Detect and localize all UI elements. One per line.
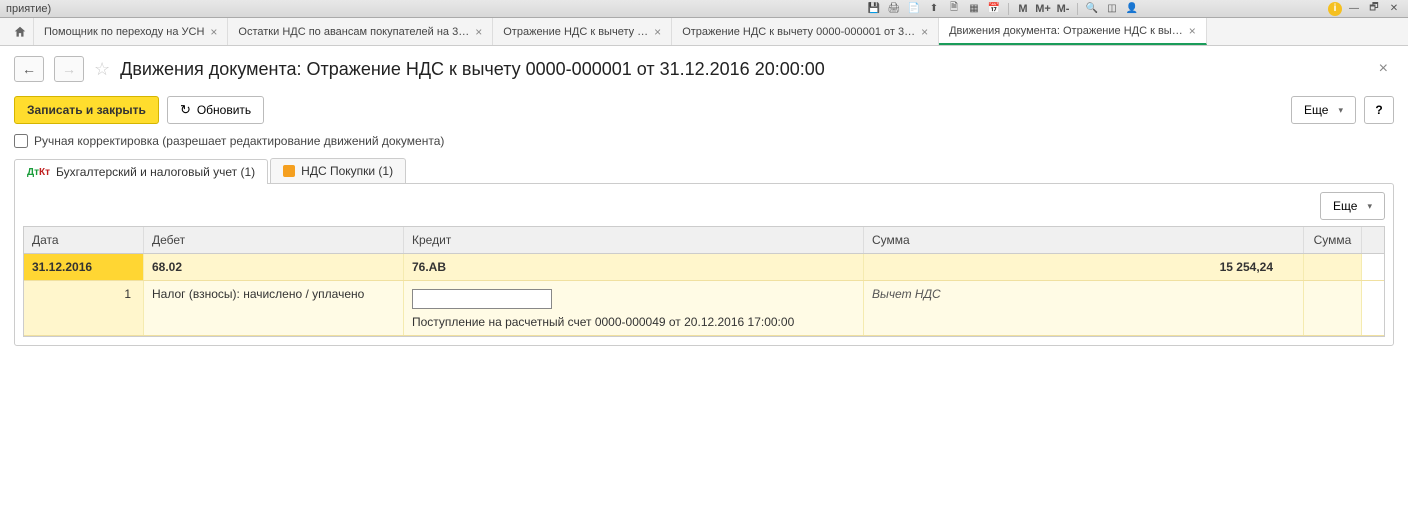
cell-date: 31.12.2016 xyxy=(24,254,144,280)
cell-credit-wrap: Поступление на расчетный счет 0000-00004… xyxy=(404,281,864,335)
cell-credit: 76.АВ xyxy=(404,254,864,280)
dt-kt-icon: ДтКт xyxy=(27,167,50,178)
page-close-icon[interactable]: × xyxy=(1373,58,1394,80)
accounting-grid: Дата Дебет Кредит Сумма Сумма 31.12.2016… xyxy=(23,226,1385,337)
nav-back-button[interactable]: ← xyxy=(14,56,44,82)
refresh-button[interactable]: ↻ Обновить xyxy=(167,96,264,124)
main-toolbar: Записать и закрыть ↻ Обновить Еще ? xyxy=(14,96,1394,124)
table-row[interactable]: 31.12.2016 68.02 76.АВ 15 254,24 xyxy=(24,254,1384,281)
tab-close-icon[interactable]: × xyxy=(921,25,928,39)
more-button[interactable]: Еще xyxy=(1291,96,1356,124)
cell-num: 1 xyxy=(24,281,144,335)
tb-m-icon[interactable]: M xyxy=(1015,2,1031,16)
separator xyxy=(1077,3,1078,15)
tb-mminus-icon[interactable]: M- xyxy=(1055,2,1071,16)
edit-cell[interactable] xyxy=(412,289,552,309)
tb-info-icon[interactable]: i xyxy=(1328,2,1342,16)
cell-amount: 15 254,24 xyxy=(864,254,1304,280)
manual-edit-row: Ручная корректировка (разрешает редактир… xyxy=(14,134,1394,148)
tab-usn[interactable]: Помощник по переходу на УСН × xyxy=(34,18,228,45)
separator xyxy=(1008,3,1009,15)
tab-label: Движения документа: Отражение НДС к вы… xyxy=(949,25,1183,37)
doc-icon xyxy=(283,165,295,177)
window-close-icon[interactable]: ✕ xyxy=(1386,2,1402,16)
button-label: Еще xyxy=(1304,103,1328,117)
tb-copy-icon[interactable]: 📄 xyxy=(906,2,922,16)
window-titlebar: приятие) 💾 🖨 📄 ⬆ 🗎 ▦ 📅 M M+ M- 🔍 ◫ 👤 i —… xyxy=(0,0,1408,18)
home-icon xyxy=(13,25,27,39)
nav-forward-button[interactable]: → xyxy=(54,56,84,82)
tab-label: Остатки НДС по авансам покупателей на 3… xyxy=(238,26,469,38)
subtab-bar: ДтКт Бухгалтерский и налоговый учет (1) … xyxy=(14,158,1394,183)
cell-sum-text: Вычет НДС xyxy=(864,281,1304,335)
col-debit[interactable]: Дебет xyxy=(144,227,404,253)
subtab-label: Бухгалтерский и налоговый учет (1) xyxy=(56,165,255,179)
tab-nds-balance[interactable]: Остатки НДС по авансам покупателей на 3…… xyxy=(228,18,493,45)
tb-calendar-icon[interactable]: 📅 xyxy=(986,2,1002,16)
manual-edit-checkbox[interactable] xyxy=(14,134,28,148)
cell-credit-text: Поступление на расчетный счет 0000-00004… xyxy=(412,315,855,329)
table-row[interactable]: 1 Налог (взносы): начислено / уплачено П… xyxy=(24,281,1384,336)
favorite-star-icon[interactable]: ☆ xyxy=(94,59,110,80)
grid-more-button[interactable]: Еще xyxy=(1320,192,1385,220)
subtab-accounting[interactable]: ДтКт Бухгалтерский и налоговый учет (1) xyxy=(14,159,268,184)
tab-bar: Помощник по переходу на УСН × Остатки НД… xyxy=(0,18,1408,46)
tab-nds-deduct[interactable]: Отражение НДС к вычету … × xyxy=(493,18,672,45)
button-label: ? xyxy=(1375,103,1382,117)
col-credit[interactable]: Кредит xyxy=(404,227,864,253)
col-sum2[interactable]: Сумма xyxy=(1304,227,1362,253)
tb-grid-icon[interactable]: ▦ xyxy=(966,2,982,16)
tb-preview-icon[interactable]: 🗎 xyxy=(946,2,962,16)
refresh-icon: ↻ xyxy=(180,102,191,118)
cell-sum2 xyxy=(1304,281,1362,335)
grid-header-row: Дата Дебет Кредит Сумма Сумма xyxy=(24,227,1384,254)
window-restore-icon[interactable]: 🗗 xyxy=(1366,2,1382,16)
tab-label: Отражение НДС к вычету … xyxy=(503,26,648,38)
tb-export-icon[interactable]: ⬆ xyxy=(926,2,942,16)
tab-label: Помощник по переходу на УСН xyxy=(44,26,204,38)
page-header: ← → ☆ Движения документа: Отражение НДС … xyxy=(14,56,1394,82)
tb-user-icon[interactable]: 👤 xyxy=(1124,2,1140,16)
tab-close-icon[interactable]: × xyxy=(210,25,217,39)
checkbox-label: Ручная корректировка (разрешает редактир… xyxy=(34,134,444,148)
page-title: Движения документа: Отражение НДС к выче… xyxy=(120,59,825,80)
col-date[interactable]: Дата xyxy=(24,227,144,253)
subtab-label: НДС Покупки (1) xyxy=(301,164,393,178)
cell-sum2 xyxy=(1304,254,1362,280)
tab-close-icon[interactable]: × xyxy=(475,25,482,39)
col-sum[interactable]: Сумма xyxy=(864,227,1304,253)
save-close-button[interactable]: Записать и закрыть xyxy=(14,96,159,124)
tb-save-icon[interactable]: 💾 xyxy=(866,2,882,16)
tab-close-icon[interactable]: × xyxy=(1189,24,1196,38)
tab-close-icon[interactable]: × xyxy=(654,25,661,39)
cell-debit: 68.02 xyxy=(144,254,404,280)
cell-debit-text: Налог (взносы): начислено / уплачено xyxy=(144,281,404,335)
tab-movements[interactable]: Движения документа: Отражение НДС к вы… … xyxy=(939,18,1207,45)
button-label: Еще xyxy=(1333,199,1357,213)
tab-nds-deduct-doc[interactable]: Отражение НДС к вычету 0000-000001 от 3…… xyxy=(672,18,939,45)
help-button[interactable]: ? xyxy=(1364,96,1394,124)
tab-label: Отражение НДС к вычету 0000-000001 от 3… xyxy=(682,26,915,38)
tb-mplus-icon[interactable]: M+ xyxy=(1035,2,1051,16)
subtab-content: Еще Дата Дебет Кредит Сумма Сумма 31.12.… xyxy=(14,183,1394,346)
tb-zoom-icon[interactable]: 🔍 xyxy=(1084,2,1100,16)
home-tab[interactable] xyxy=(6,18,34,45)
tb-panel-icon[interactable]: ◫ xyxy=(1104,2,1120,16)
window-title: приятие) xyxy=(6,3,862,15)
button-label: Обновить xyxy=(197,103,251,117)
button-label: Записать и закрыть xyxy=(27,103,146,117)
subtab-nds-purchases[interactable]: НДС Покупки (1) xyxy=(270,158,406,183)
tb-print-icon[interactable]: 🖨 xyxy=(886,2,902,16)
window-minimize-icon[interactable]: — xyxy=(1346,2,1362,16)
